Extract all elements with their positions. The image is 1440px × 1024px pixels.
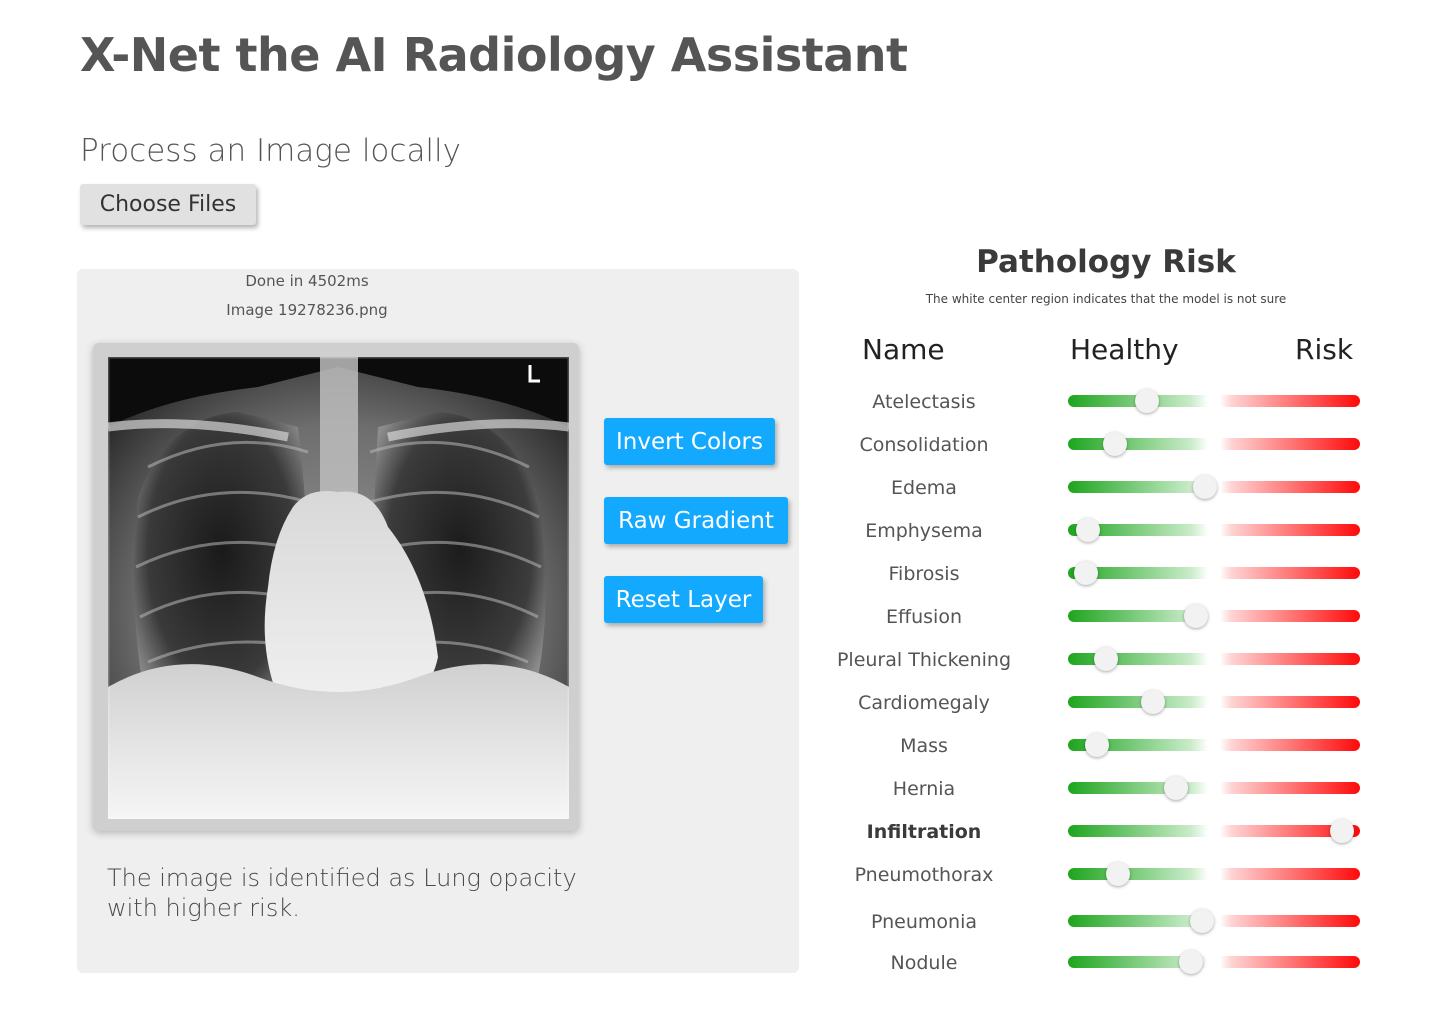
pathology-row: Pneumonia [820,905,1380,945]
risk-slider-track[interactable] [1068,432,1360,456]
pathology-risk-title: Pathology Risk [976,244,1236,280]
pathology-row: Consolidation [820,428,1380,468]
risk-slider-track[interactable] [1068,647,1360,671]
pathology-row: Infiltration [820,815,1380,855]
xray-image-frame [93,343,579,831]
pathology-row: Pneumothorax [820,858,1380,898]
pathology-name: Mass [900,735,948,757]
pathology-row: Effusion [820,600,1380,640]
risk-slider-track[interactable] [1068,561,1360,585]
image-viewer-panel: Done in 4502ms Image 19278236.png Invert… [77,269,799,973]
pathology-name: Pneumonia [871,911,977,933]
pathology-row: Nodule [820,946,1380,986]
risk-slider-track[interactable] [1068,518,1360,542]
risk-slider-track[interactable] [1068,604,1360,628]
pathology-row: Pleural Thickening [820,643,1380,683]
risk-slider-track[interactable] [1068,950,1360,974]
pathology-name: Consolidation [859,434,989,456]
pathology-name: Fibrosis [888,563,960,585]
pathology-name: Nodule [890,952,958,974]
risk-slider-track[interactable] [1068,776,1360,800]
risk-slider-thumb[interactable] [1184,604,1208,628]
risk-slider-track[interactable] [1068,819,1360,843]
pathology-name: Edema [891,477,957,499]
chest-xray-image[interactable] [108,357,569,819]
pathology-row: Edema [820,471,1380,511]
risk-slider-track[interactable] [1068,733,1360,757]
risk-slider-thumb[interactable] [1141,690,1165,714]
risk-slider-track[interactable] [1068,475,1360,499]
risk-slider-track[interactable] [1068,862,1360,886]
invert-colors-button[interactable]: Invert Colors [604,418,775,465]
pathology-row: Emphysema [820,514,1380,554]
pathology-name: Emphysema [865,520,983,542]
pathology-name: Infiltration [866,821,982,843]
pathology-name: Pneumothorax [854,864,994,886]
risk-slider-thumb[interactable] [1085,733,1109,757]
pathology-row: Atelectasis [820,385,1380,425]
risk-slider-thumb[interactable] [1179,950,1203,974]
risk-slider-track[interactable] [1068,690,1360,714]
reset-layer-button[interactable]: Reset Layer [604,576,763,623]
risk-slider-thumb[interactable] [1190,909,1214,933]
pathology-name: Atelectasis [872,391,976,413]
diagnosis-text: The image is identified as Lung opacity … [107,864,577,922]
risk-slider-thumb[interactable] [1094,647,1118,671]
risk-slider-thumb[interactable] [1106,862,1130,886]
risk-slider-thumb[interactable] [1103,432,1127,456]
pathology-name: Effusion [886,606,962,628]
pathology-name: Pleural Thickening [836,649,1012,671]
name-column-header: Name [862,333,945,366]
pathology-name: Cardiomegaly [858,692,990,714]
healthy-column-header: Healthy [1070,333,1179,366]
risk-column-header: Risk [1295,333,1354,366]
risk-slider-track[interactable] [1068,389,1360,413]
image-filename-text: Image 19278236.png [226,301,388,319]
app-title: X-Net the AI Radiology Assistant [80,28,908,82]
risk-slider-thumb[interactable] [1076,518,1100,542]
risk-slider-track[interactable] [1068,909,1360,933]
processing-time-text: Done in 4502ms [245,272,369,290]
pathology-risk-subtitle: The white center region indicates that t… [925,292,1287,306]
raw-gradient-button[interactable]: Raw Gradient [604,497,788,544]
pathology-name: Hernia [892,778,956,800]
risk-slider-thumb[interactable] [1330,819,1354,843]
upload-section-title: Process an Image locally [80,133,462,169]
risk-slider-thumb[interactable] [1074,561,1098,585]
pathology-row: Mass [820,729,1380,769]
pathology-row: Fibrosis [820,557,1380,597]
risk-slider-thumb[interactable] [1135,389,1159,413]
risk-slider-thumb[interactable] [1193,475,1217,499]
pathology-row: Hernia [820,772,1380,812]
risk-slider-thumb[interactable] [1164,776,1188,800]
pathology-row: Cardiomegaly [820,686,1380,726]
choose-files-button[interactable]: Choose Files [80,184,256,225]
